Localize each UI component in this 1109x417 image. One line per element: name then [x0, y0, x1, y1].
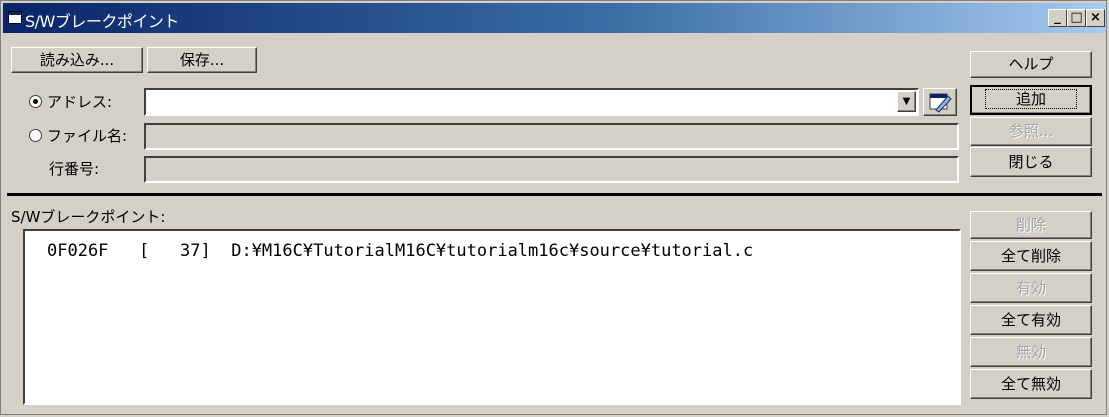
- close-button[interactable]: 閉じる: [970, 147, 1092, 177]
- breakpoint-list[interactable]: 0F026F [ 37] D:¥M16C¥TutorialM16C¥tutori…: [23, 229, 961, 405]
- address-radio[interactable]: [29, 95, 42, 108]
- window-title: S/Wブレークポイント: [25, 12, 179, 31]
- window-icon: [8, 11, 22, 24]
- save-button[interactable]: 保存...: [147, 47, 257, 73]
- delete-button[interactable]: 削除: [970, 211, 1092, 239]
- reference-button[interactable]: 参照...: [970, 117, 1092, 146]
- disable-button[interactable]: 無効: [970, 337, 1092, 367]
- title-bar[interactable]: S/Wブレークポイント _ □ ×: [3, 3, 1106, 33]
- enable-all-button[interactable]: 全て有効: [970, 305, 1092, 335]
- line-number-label: 行番号:: [49, 160, 100, 178]
- close-icon[interactable]: ×: [1086, 9, 1105, 27]
- add-button[interactable]: 追加: [970, 85, 1092, 115]
- separator: [7, 193, 1102, 196]
- address-input[interactable]: [144, 88, 919, 116]
- line-number-input[interactable]: [144, 156, 959, 183]
- pencil-edit-icon: [929, 93, 952, 113]
- browse-symbol-button[interactable]: [923, 88, 957, 116]
- maximize-icon[interactable]: □: [1067, 9, 1086, 27]
- filename-label: ファイル名:: [47, 127, 128, 145]
- help-button[interactable]: ヘルプ: [970, 51, 1092, 78]
- list-item[interactable]: 0F026F [ 37] D:¥M16C¥TutorialM16C¥tutori…: [47, 241, 753, 261]
- address-label: アドレス:: [47, 93, 113, 111]
- minimize-icon[interactable]: _: [1048, 9, 1067, 27]
- filename-radio[interactable]: [29, 129, 42, 142]
- dropdown-arrow-icon[interactable]: ▼: [897, 91, 916, 112]
- filename-input[interactable]: [144, 123, 959, 150]
- breakpoint-list-label: S/Wブレークポイント:: [11, 208, 166, 226]
- disable-all-button[interactable]: 全て無効: [970, 369, 1092, 399]
- sw-breakpoint-dialog: S/Wブレークポイント _ □ × 読み込み... 保存... アドレス: ▼ …: [0, 0, 1107, 415]
- enable-button[interactable]: 有効: [970, 273, 1092, 303]
- load-button[interactable]: 読み込み...: [11, 47, 143, 73]
- delete-all-button[interactable]: 全て削除: [970, 241, 1092, 271]
